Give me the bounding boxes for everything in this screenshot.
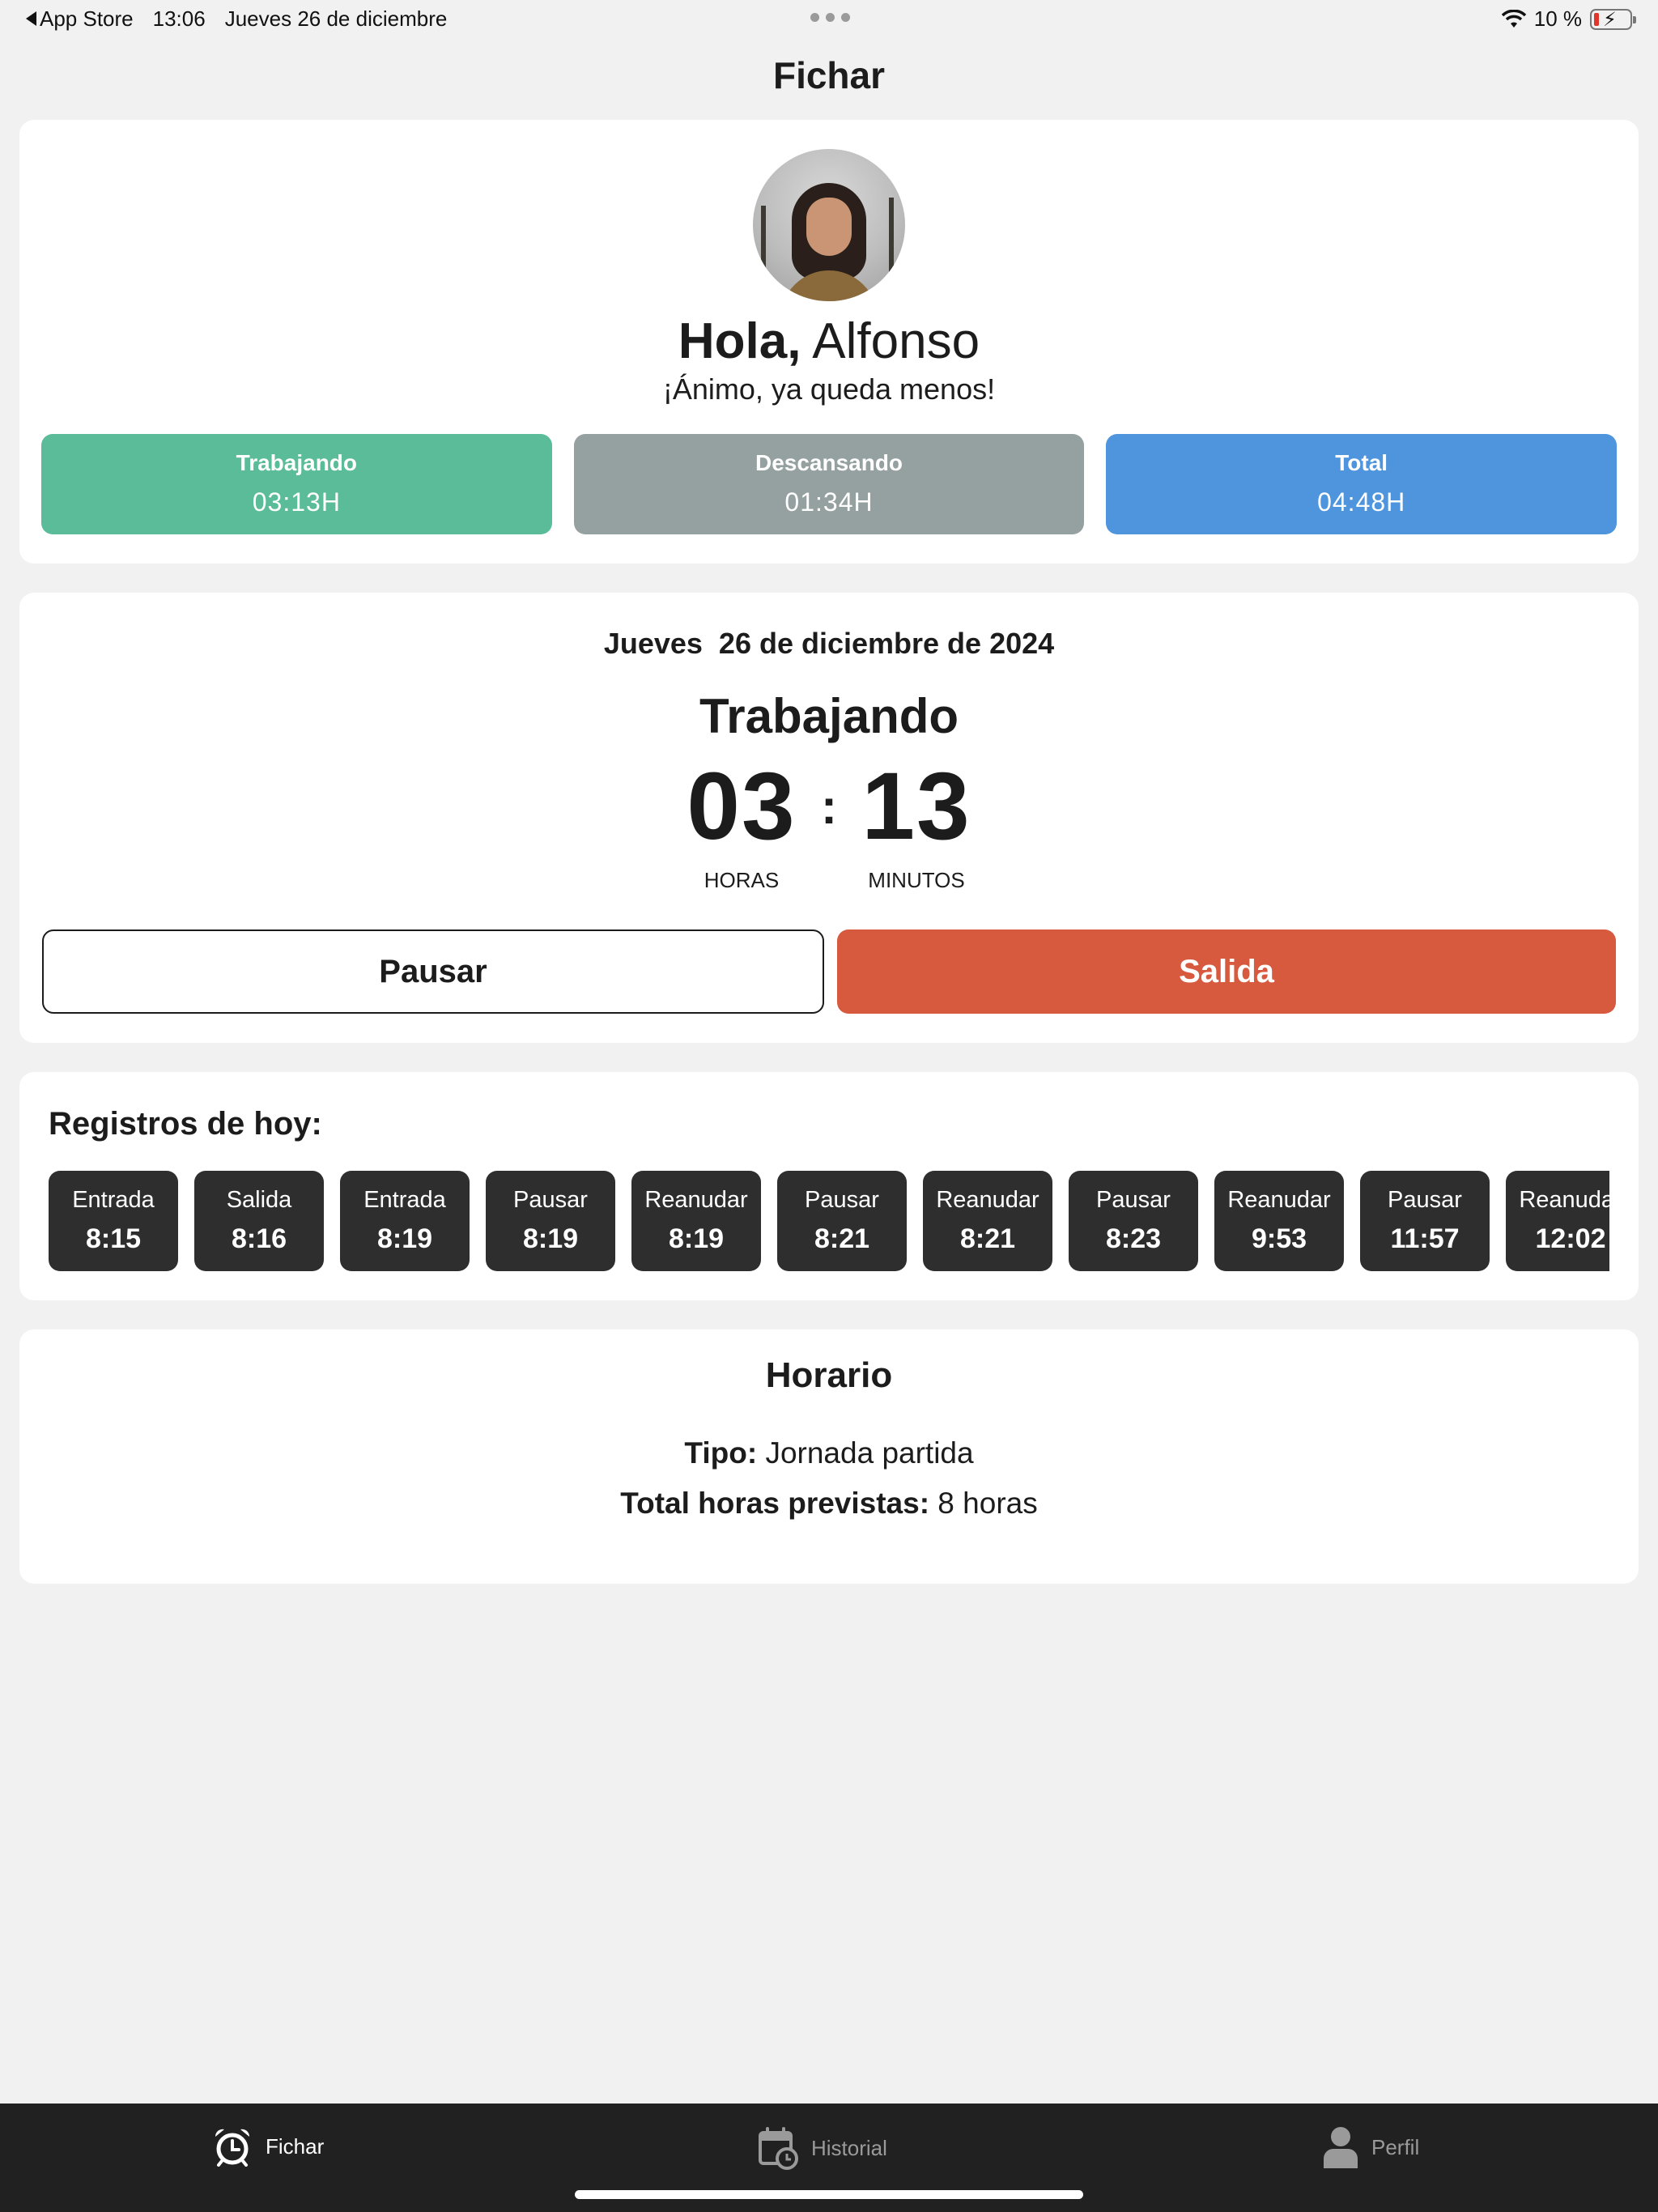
time-stats: Trabajando 03:13H Descansando 01:34H Tot… — [41, 434, 1618, 534]
back-app-label: App Store — [40, 6, 134, 31]
battery-percent: 10 % — [1533, 6, 1582, 31]
record-type: Reanudar — [1519, 1187, 1609, 1213]
record-type: Entrada — [363, 1187, 446, 1213]
status-time: 13:06 — [152, 6, 206, 31]
record-type: Reanudar — [936, 1187, 1039, 1213]
record-chip[interactable]: Salida 8:16 — [194, 1171, 324, 1271]
record-time: 8:19 — [668, 1223, 725, 1254]
record-time: 8:16 — [231, 1223, 287, 1254]
record-time: 8:19 — [522, 1223, 579, 1254]
home-indicator[interactable] — [575, 2190, 1083, 2199]
back-to-app-store[interactable]: App Store — [26, 6, 134, 32]
status-bar: App Store 13:06 Jueves 26 de diciembre 1… — [0, 0, 1658, 39]
record-time: 8:19 — [376, 1223, 433, 1254]
record-time: 8:15 — [85, 1223, 142, 1254]
tab-fichar[interactable]: Fichar — [212, 2126, 324, 2167]
schedule-title: Horario — [765, 1355, 893, 1395]
status-date: Jueves 26 de diciembre — [224, 6, 448, 31]
record-chip[interactable]: Reanudar 8:21 — [923, 1171, 1052, 1271]
stat-value: 04:48H — [1317, 487, 1406, 517]
schedule-hours: Total horas previstas: 8 horas — [19, 1487, 1639, 1521]
record-type: Pausar — [805, 1187, 879, 1213]
hours-label: HORAS — [704, 868, 780, 892]
schedule-card: Horario Tipo: Jornada partida Total hora… — [19, 1329, 1639, 1584]
page-title: Fichar — [772, 54, 886, 96]
timer-minutes: 13 — [861, 753, 971, 860]
tab-label: Fichar — [266, 2133, 325, 2159]
record-type: Pausar — [513, 1187, 588, 1213]
record-type: Pausar — [1096, 1187, 1171, 1213]
record-type: Reanudar — [644, 1187, 748, 1213]
tab-label: Perfil — [1371, 2134, 1420, 2159]
user-name: Alfonso — [801, 313, 980, 369]
record-time: 12:02 — [1535, 1223, 1606, 1254]
records-card: Registros de hoy: Entrada 8:15 Salida 8:16 E… — [19, 1072, 1639, 1300]
timer-separator: : — [821, 779, 837, 834]
battery-icon: ⚡ — [1590, 8, 1636, 31]
stat-value: 01:34H — [784, 487, 874, 517]
pause-button[interactable]: Pausar — [42, 929, 824, 1014]
record-chip[interactable]: Reanudar 12:02 — [1506, 1171, 1609, 1271]
calendar-clock-icon — [759, 2127, 798, 2170]
multitasking-dots-icon[interactable] — [810, 13, 850, 22]
record-chip[interactable]: Pausar 8:23 — [1069, 1171, 1198, 1271]
record-type: Reanudar — [1227, 1187, 1331, 1213]
user-icon — [1324, 2127, 1358, 2168]
timer-hours: 03 — [687, 753, 797, 860]
record-chip[interactable]: Pausar 8:19 — [486, 1171, 615, 1271]
record-time: 8:21 — [959, 1223, 1016, 1254]
greeting-hello: Hola, — [678, 313, 801, 369]
exit-button[interactable]: Salida — [837, 929, 1616, 1014]
minutes-label: MINUTOS — [868, 868, 965, 892]
record-time: 8:21 — [814, 1223, 870, 1254]
avatar[interactable] — [753, 149, 905, 301]
tab-label: Historial — [811, 2135, 887, 2160]
stat-label: Trabajando — [236, 450, 358, 475]
stat-label: Total — [1335, 450, 1388, 475]
record-chip[interactable]: Entrada 8:15 — [49, 1171, 178, 1271]
schedule-hours-label: Total horas previstas: — [620, 1487, 930, 1520]
records-title: Registros de hoy: — [49, 1106, 322, 1142]
wifi-icon — [1501, 9, 1526, 28]
record-chip[interactable]: Reanudar 8:19 — [631, 1171, 761, 1271]
tab-historial[interactable]: Historial — [758, 2126, 887, 2170]
schedule-type-label: Tipo: — [684, 1436, 758, 1470]
record-time: 9:53 — [1251, 1223, 1307, 1254]
tab-perfil[interactable]: Perfil — [1323, 2126, 1419, 2168]
greeting: Hola, Alfonso — [19, 313, 1639, 370]
timer: 03 : 13 — [19, 751, 1639, 861]
stat-label: Descansando — [755, 450, 903, 475]
stat-value: 03:13H — [252, 487, 341, 517]
record-type: Salida — [226, 1187, 292, 1213]
record-type: Entrada — [72, 1187, 155, 1213]
record-chip[interactable]: Entrada 8:19 — [340, 1171, 470, 1271]
status-right: 10 % ⚡ — [1501, 6, 1636, 32]
stat-resting: Descansando 01:34H — [573, 434, 1085, 534]
stat-total: Total 04:48H — [1106, 434, 1618, 534]
motivation-message: ¡Ánimo, ya queda menos! — [662, 372, 996, 406]
records-list[interactable]: Entrada 8:15 Salida 8:16 Entrada 8:19 Pausar 8:… — [49, 1171, 1609, 1271]
record-time: 8:23 — [1105, 1223, 1162, 1254]
stat-working: Trabajando 03:13H — [41, 434, 552, 534]
schedule-hours-value: 8 horas — [929, 1487, 1038, 1520]
clock-actions: Pausar Salida — [42, 929, 1616, 1014]
timer-labels: HORAS MINUTOS — [19, 868, 1639, 893]
clock-card: Jueves 26 de diciembre de 2024 Trabajand… — [19, 593, 1639, 1043]
record-time: 11:57 — [1390, 1223, 1460, 1254]
schedule-type: Tipo: Jornada partida — [19, 1436, 1639, 1470]
back-arrow-icon — [26, 11, 36, 26]
record-chip[interactable]: Pausar 11:57 — [1360, 1171, 1490, 1271]
profile-card: Hola, Alfonso ¡Ánimo, ya queda menos! Tr… — [19, 120, 1639, 564]
alarm-clock-icon — [215, 2129, 250, 2167]
record-chip[interactable]: Pausar 8:21 — [777, 1171, 907, 1271]
record-type: Pausar — [1388, 1187, 1462, 1213]
schedule-type-value: Jornada partida — [757, 1436, 974, 1470]
current-date: Jueves 26 de diciembre de 2024 — [603, 627, 1055, 660]
status-left: App Store 13:06 Jueves 26 de diciembre — [26, 6, 447, 32]
work-state: Trabajando — [699, 689, 959, 743]
record-chip[interactable]: Reanudar 9:53 — [1214, 1171, 1344, 1271]
